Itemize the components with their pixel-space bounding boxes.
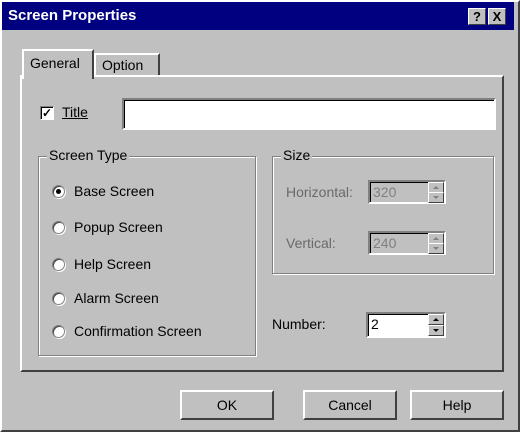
- horizontal-label: Horizontal:: [286, 184, 353, 200]
- screen-type-legend: Screen Type: [47, 147, 130, 163]
- number-down-button[interactable]: [428, 325, 444, 336]
- horizontal-value: 320: [373, 184, 397, 200]
- option-help-screen-label: Help Screen: [74, 256, 152, 272]
- radio-popup-screen[interactable]: [52, 221, 65, 234]
- title-checkbox[interactable]: ✓: [40, 106, 54, 120]
- radio-confirmation-screen[interactable]: [52, 325, 65, 338]
- ok-button[interactable]: OK: [180, 390, 274, 420]
- radio-alarm-screen[interactable]: [52, 292, 65, 305]
- title-input[interactable]: [122, 98, 496, 130]
- radio-help-screen[interactable]: [52, 258, 65, 271]
- option-popup-screen-label: Popup Screen: [74, 219, 163, 235]
- tab-general[interactable]: General: [22, 49, 94, 79]
- arrow-down-icon: [433, 247, 439, 250]
- vertical-spinner[interactable]: 240: [368, 231, 446, 255]
- tab-general-label: General: [30, 55, 80, 71]
- option-confirmation-screen-label: Confirmation Screen: [74, 323, 202, 339]
- arrow-down-icon: [433, 329, 439, 332]
- window-title: Screen Properties: [8, 7, 137, 24]
- radio-selected-dot: [56, 189, 61, 194]
- arrow-up-icon: [433, 186, 439, 189]
- vertical-label: Vertical:: [286, 235, 336, 251]
- help-button[interactable]: Help: [410, 390, 504, 420]
- arrow-up-icon: [433, 237, 439, 240]
- radio-base-screen[interactable]: [52, 185, 65, 198]
- title-label: Title: [62, 104, 88, 120]
- number-value: 2: [371, 316, 379, 332]
- horizontal-spinner[interactable]: 320: [368, 180, 446, 204]
- vertical-value: 240: [373, 235, 397, 251]
- horizontal-down-button[interactable]: [428, 192, 444, 203]
- number-up-button[interactable]: [428, 314, 444, 325]
- vertical-down-button[interactable]: [428, 243, 444, 254]
- close-icon[interactable]: X: [488, 8, 506, 25]
- tab-option[interactable]: Option: [94, 53, 160, 75]
- size-legend: Size: [281, 147, 313, 163]
- cancel-button[interactable]: Cancel: [303, 390, 397, 420]
- option-base-screen-label: Base Screen: [74, 183, 155, 199]
- size-group: Size: [272, 147, 494, 274]
- number-label: Number:: [272, 316, 326, 332]
- help-icon[interactable]: ?: [468, 8, 486, 25]
- arrow-up-icon: [433, 318, 439, 321]
- tab-option-label: Option: [102, 57, 144, 73]
- arrow-down-icon: [433, 196, 439, 199]
- title-bar[interactable]: Screen Properties ? X: [2, 2, 514, 30]
- number-spinner[interactable]: 2: [366, 312, 446, 338]
- option-alarm-screen-label: Alarm Screen: [74, 290, 159, 306]
